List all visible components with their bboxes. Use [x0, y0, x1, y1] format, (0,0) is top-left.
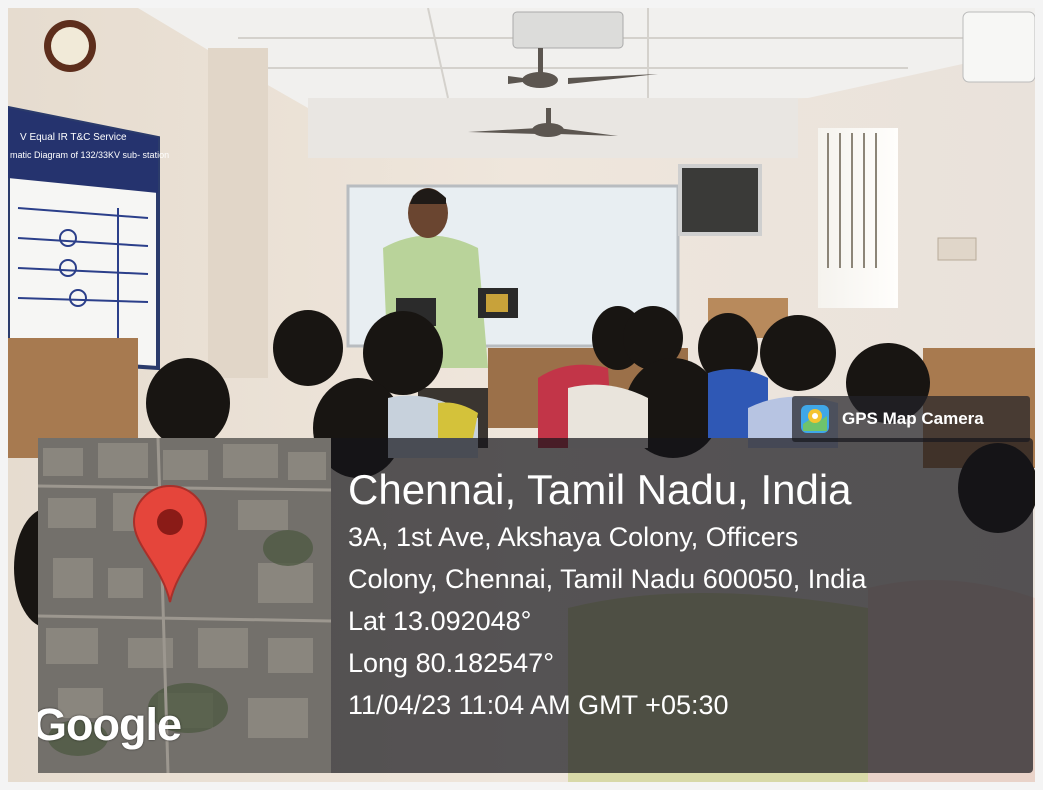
gps-map-camera-badge: GPS Map Camera [792, 396, 1030, 442]
timestamp-text: 11/04/23 11:04 AM GMT +05:30 [348, 690, 729, 720]
satellite-map-thumbnail: Google [38, 438, 331, 773]
gps-map-camera-label: GPS Map Camera [842, 409, 984, 428]
longitude-text: Long 80.182547° [348, 648, 554, 678]
location-details: Chennai, Tamil Nadu, India 3A, 1st Ave, … [348, 464, 866, 726]
photo-frame: V Equal IR T&C Service matic Diagram of … [8, 8, 1035, 782]
address-line-1: 3A, 1st Ave, Akshaya Colony, Officers [348, 522, 799, 552]
diagram-title-2: matic Diagram of 132/33KV sub- station [10, 150, 169, 160]
diagram-title-1: V Equal IR T&C Service [20, 132, 127, 143]
address-line-2: Colony, Chennai, Tamil Nadu 600050, Indi… [348, 564, 867, 594]
gps-map-camera-icon [801, 405, 829, 433]
substation-diagram-board [8, 105, 160, 371]
location-title: Chennai, Tamil Nadu, India [348, 466, 852, 513]
map-pin-icon [132, 484, 208, 603]
google-logo: Google [38, 699, 182, 750]
location-overlay-card: Google Chennai, Tamil Nadu, India 3A, 1s… [38, 438, 1033, 773]
latitude-text: Lat 13.092048° [348, 606, 532, 636]
